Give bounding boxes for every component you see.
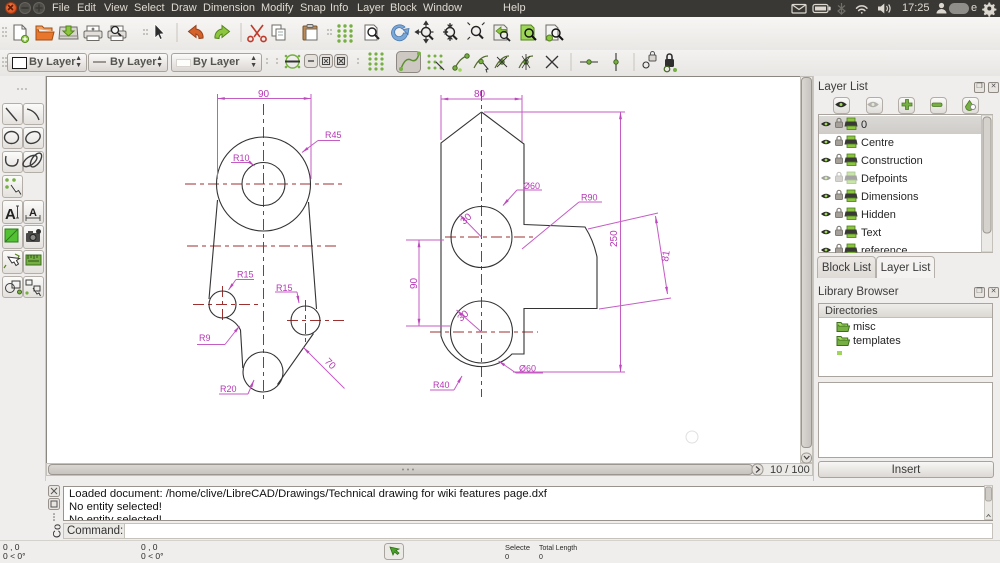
svg-text:R40: R40 <box>433 380 450 390</box>
svg-text:250: 250 <box>609 230 620 247</box>
svg-text:R20: R20 <box>220 384 237 394</box>
svg-text:R90: R90 <box>581 193 598 203</box>
svg-text:90: 90 <box>409 277 420 289</box>
svg-text:81: 81 <box>660 249 673 262</box>
svg-text:90: 90 <box>258 89 270 100</box>
svg-text:R15: R15 <box>237 270 254 280</box>
svg-text:R9: R9 <box>199 333 211 343</box>
svg-text:R10: R10 <box>233 153 250 163</box>
svg-text:Ø60: Ø60 <box>523 181 540 191</box>
svg-text:R15: R15 <box>276 283 293 293</box>
svg-text:70: 70 <box>322 356 338 372</box>
svg-text:R45: R45 <box>325 130 342 140</box>
svg-text:Ø60: Ø60 <box>519 364 536 374</box>
svg-text:80: 80 <box>474 89 486 100</box>
